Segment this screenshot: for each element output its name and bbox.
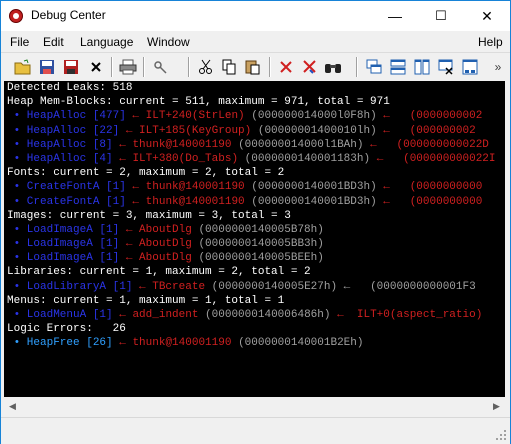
menu-bar: File Edit Language Window Help bbox=[1, 32, 510, 52]
menus-header: Menus: current = 1, maximum = 1, total =… bbox=[7, 294, 285, 307]
detected-leaks-line: Detected Leaks: 518 bbox=[7, 82, 133, 94]
debug-center-window: Debug Center — ☐ ✕ File Edit Language Wi… bbox=[0, 0, 511, 444]
cascade-windows-icon[interactable] bbox=[363, 56, 385, 78]
menu-help[interactable]: Help bbox=[478, 35, 503, 49]
fonts-header: Fonts: current = 2, maximum = 2, total =… bbox=[7, 167, 285, 180]
logic-errors-header: Logic Errors: 26 bbox=[7, 323, 126, 336]
maximize-button[interactable]: ☐ bbox=[418, 1, 464, 31]
scroll-left-arrow[interactable]: ◀ bbox=[4, 398, 21, 415]
leak-row[interactable]: • LoadMenuA [1] ← add_indent (0000000140… bbox=[4, 308, 505, 322]
leak-report-console[interactable]: Detected Leaks: 518 Heap Mem-Blocks: cur… bbox=[4, 81, 505, 397]
status-bar bbox=[1, 417, 510, 444]
leak-row[interactable]: • LoadImageA [1] ← AboutDlg (00000001400… bbox=[4, 223, 505, 237]
heap-header: Heap Mem-Blocks: current = 511, maximum … bbox=[7, 96, 390, 109]
app-icon[interactable] bbox=[9, 9, 23, 23]
open-folder-icon[interactable] bbox=[12, 56, 34, 78]
toolbar-separator bbox=[188, 57, 190, 77]
menu-window[interactable]: Window bbox=[147, 35, 190, 49]
cut-icon[interactable] bbox=[195, 56, 217, 78]
paste-icon[interactable] bbox=[242, 56, 264, 78]
leak-row[interactable]: • HeapAlloc [22] ← ILT+185(KeyGroup) (00… bbox=[4, 124, 505, 138]
close-button[interactable]: ✕ bbox=[464, 1, 510, 31]
libraries-header: Libraries: current = 1, maximum = 2, tot… bbox=[7, 266, 311, 279]
images-header: Images: current = 3, maximum = 3, total … bbox=[7, 209, 291, 222]
leak-row[interactable]: • CreateFontA [1] ← thunk@140001190 (000… bbox=[4, 180, 505, 194]
find-icon[interactable] bbox=[149, 56, 171, 78]
menu-file[interactable]: File bbox=[10, 35, 29, 49]
leak-row[interactable]: • LoadImageA [1] ← AboutDlg (00000001400… bbox=[4, 237, 505, 251]
menu-language[interactable]: Language bbox=[80, 35, 133, 49]
scroll-right-arrow[interactable]: ▶ bbox=[488, 398, 505, 415]
arrange-icons-icon[interactable] bbox=[459, 56, 481, 78]
tile-vertical-icon[interactable] bbox=[411, 56, 433, 78]
leak-row[interactable]: • CreateFontA [1] ← thunk@140001190 (000… bbox=[4, 195, 505, 209]
delete-icon[interactable] bbox=[275, 56, 297, 78]
leak-row[interactable]: • HeapAlloc [4] ← ILT+380(Do_Tabs) (0000… bbox=[4, 152, 505, 166]
close-all-windows-icon[interactable] bbox=[435, 56, 457, 78]
leak-row[interactable]: • LoadImageA [1] ← AboutDlg (00000001400… bbox=[4, 251, 505, 265]
close-file-icon[interactable] bbox=[85, 56, 107, 78]
leak-row[interactable]: • LoadLibraryA [1] ← TBcreate (000000014… bbox=[4, 280, 505, 294]
toolbar-overflow-chevron[interactable]: » bbox=[487, 56, 509, 78]
leak-row[interactable]: • HeapAlloc [8] ← thunk@140001190 (00000… bbox=[4, 138, 505, 152]
horizontal-scrollbar[interactable]: ◀ ▶ bbox=[4, 398, 505, 415]
toolbar-separator bbox=[269, 57, 271, 77]
leak-row[interactable]: • HeapAlloc [477] ← ILT+240(StrLen) (000… bbox=[4, 109, 505, 123]
binoculars-icon[interactable] bbox=[322, 56, 344, 78]
copy-icon[interactable] bbox=[218, 56, 240, 78]
leak-row[interactable]: • HeapFree [26] ← thunk@140001190 (00000… bbox=[4, 336, 505, 350]
window-title: Debug Center bbox=[31, 8, 106, 22]
toolbar-separator bbox=[111, 57, 113, 77]
delete-all-icon[interactable] bbox=[299, 56, 321, 78]
toolbar-separator bbox=[143, 57, 145, 77]
title-bar[interactable]: Debug Center — ☐ ✕ bbox=[1, 1, 510, 31]
minimize-button[interactable]: — bbox=[372, 1, 418, 31]
tile-horizontal-icon[interactable] bbox=[387, 56, 409, 78]
toolbar-separator bbox=[356, 57, 358, 77]
print-icon[interactable] bbox=[117, 56, 139, 78]
save-as-icon[interactable] bbox=[60, 56, 82, 78]
save-icon[interactable] bbox=[36, 56, 58, 78]
menu-edit[interactable]: Edit bbox=[43, 35, 64, 49]
resize-grip-icon[interactable] bbox=[495, 429, 507, 441]
heap-rows: • HeapAlloc [477] ← ILT+240(StrLen) (000… bbox=[4, 109, 505, 166]
toolbar: » bbox=[1, 52, 510, 81]
